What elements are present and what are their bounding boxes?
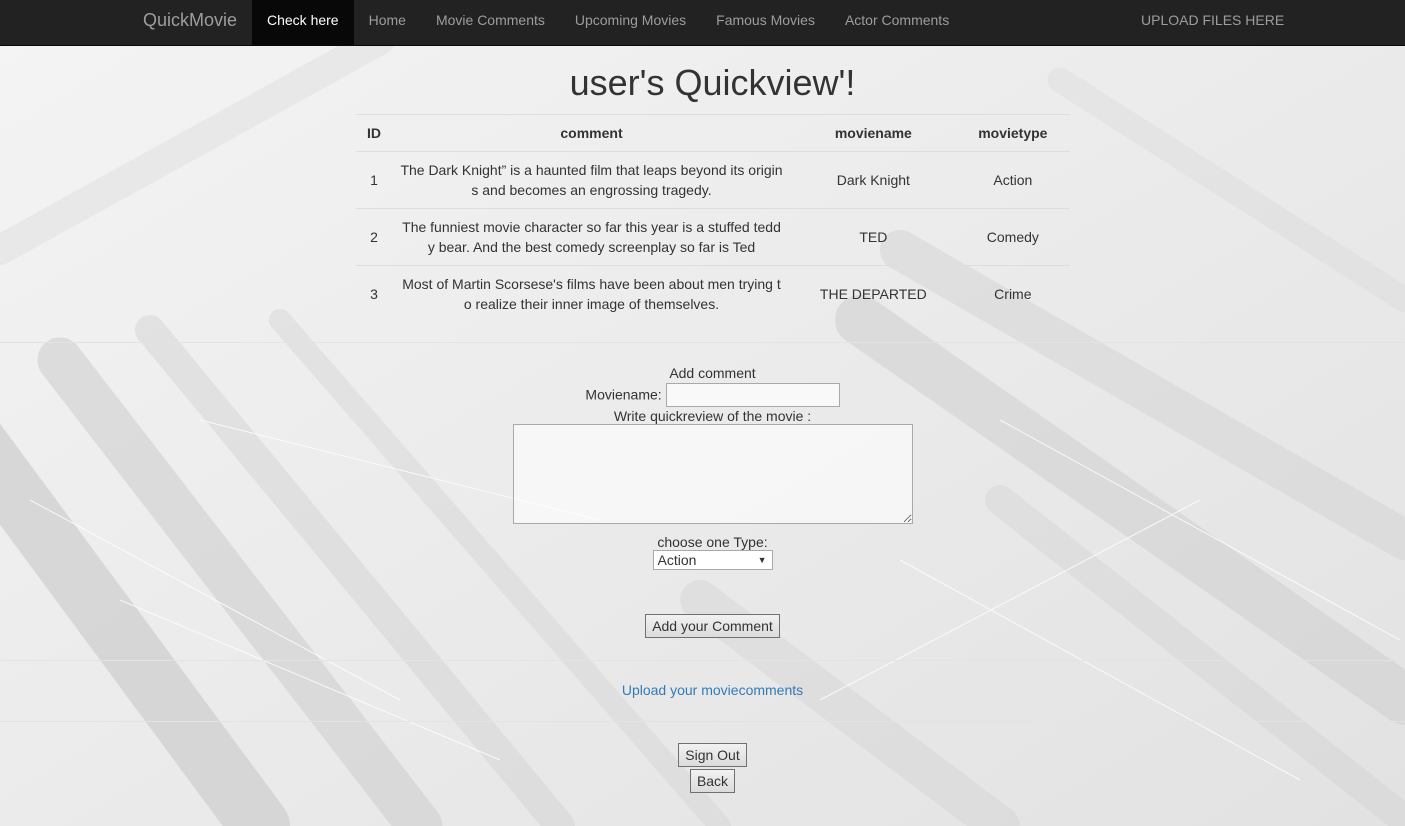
nav-upcoming-movies[interactable]: Upcoming Movies bbox=[560, 0, 701, 45]
moviename-input[interactable] bbox=[665, 383, 840, 407]
form-heading: Add comment bbox=[669, 365, 756, 381]
add-comment-button[interactable]: Add your Comment bbox=[645, 614, 780, 638]
divider bbox=[0, 660, 1405, 661]
nav-actor-comments[interactable]: Actor Comments bbox=[830, 0, 964, 45]
cell-comment: The funniest movie character so far this… bbox=[392, 208, 791, 266]
type-row: Action ▼ bbox=[0, 550, 1405, 570]
column-header-id: ID bbox=[356, 114, 392, 152]
brand-logo[interactable]: QuickMovie bbox=[143, 0, 237, 45]
top-navbar: QuickMovie Check here Home Movie Comment… bbox=[0, 0, 1405, 46]
column-header-movietype: movietype bbox=[955, 114, 1070, 152]
table-row: 1 The Dark Knight” is a haunted film tha… bbox=[356, 151, 1070, 209]
comments-table: ID comment moviename movietype 1 The Dar… bbox=[356, 114, 1070, 322]
type-select[interactable]: Action ▼ bbox=[652, 550, 773, 570]
sign-out-button[interactable]: Sign Out bbox=[678, 743, 747, 767]
upload-moviecomments-link[interactable]: Upload your moviecomments bbox=[622, 682, 803, 698]
nav-home[interactable]: Home bbox=[354, 0, 421, 45]
right-nav: UPLOAD FILES HERE bbox=[1126, 0, 1299, 45]
type-select-value: Action bbox=[657, 552, 697, 568]
add-comment-form: Add comment Moviename: Write quickreview… bbox=[0, 365, 1405, 570]
moviename-label: Moviename: bbox=[585, 386, 662, 403]
nav-upload-files[interactable]: UPLOAD FILES HERE bbox=[1126, 0, 1299, 45]
table-header-row: ID comment moviename movietype bbox=[356, 114, 1070, 152]
cell-moviename: Dark Knight bbox=[791, 151, 956, 209]
cell-id: 3 bbox=[370, 286, 378, 302]
nav-check-here[interactable]: Check here bbox=[252, 0, 354, 45]
cell-movietype: Action bbox=[955, 151, 1070, 209]
cell-comment-text: Most of Martin Scorsese's films have bee… bbox=[402, 276, 781, 312]
page-title: user's Quickview'! bbox=[569, 62, 856, 103]
cell-id: 1 bbox=[356, 151, 392, 209]
sign-out-row: Sign Out bbox=[0, 743, 1405, 767]
table-row: 2 The funniest movie character so far th… bbox=[356, 208, 1070, 266]
submit-row: Add your Comment bbox=[0, 614, 1405, 638]
cell-comment-text: The funniest movie character so far this… bbox=[402, 219, 781, 255]
nav-famous-movies[interactable]: Famous Movies bbox=[701, 0, 830, 45]
cell-movietype: Crime bbox=[994, 286, 1032, 302]
moviename-row: Moviename: bbox=[0, 383, 1405, 407]
review-row bbox=[0, 424, 1405, 527]
back-button[interactable]: Back bbox=[689, 769, 736, 793]
type-label: choose one Type: bbox=[657, 534, 768, 550]
review-textarea[interactable] bbox=[512, 424, 913, 524]
cell-movietype: Comedy bbox=[955, 208, 1070, 266]
back-row: Back bbox=[0, 769, 1405, 793]
cell-comment: Most of Martin Scorsese's films have bee… bbox=[392, 266, 791, 323]
column-header-comment: comment bbox=[392, 114, 791, 152]
cell-comment: The Dark Knight” is a haunted film that … bbox=[392, 151, 791, 209]
divider bbox=[0, 342, 1405, 343]
column-header-moviename: moviename bbox=[791, 114, 956, 152]
upload-link-row: Upload your moviecomments bbox=[0, 682, 1405, 698]
divider bbox=[0, 721, 1405, 722]
table-row: 3 Most of Martin Scorsese's films have b… bbox=[356, 266, 1070, 323]
review-label: Write quickreview of the movie : bbox=[613, 408, 812, 424]
nav-movie-comments[interactable]: Movie Comments bbox=[421, 0, 560, 45]
cell-comment-text: The Dark Knight” is a haunted film that … bbox=[400, 162, 783, 198]
main-nav: Check here Home Movie Comments Upcoming … bbox=[252, 0, 964, 45]
cell-moviename: TED bbox=[791, 208, 956, 266]
dropdown-arrow-icon: ▼ bbox=[757, 555, 767, 565]
cell-id: 2 bbox=[356, 208, 392, 266]
cell-moviename: THE DEPARTED bbox=[819, 286, 927, 302]
